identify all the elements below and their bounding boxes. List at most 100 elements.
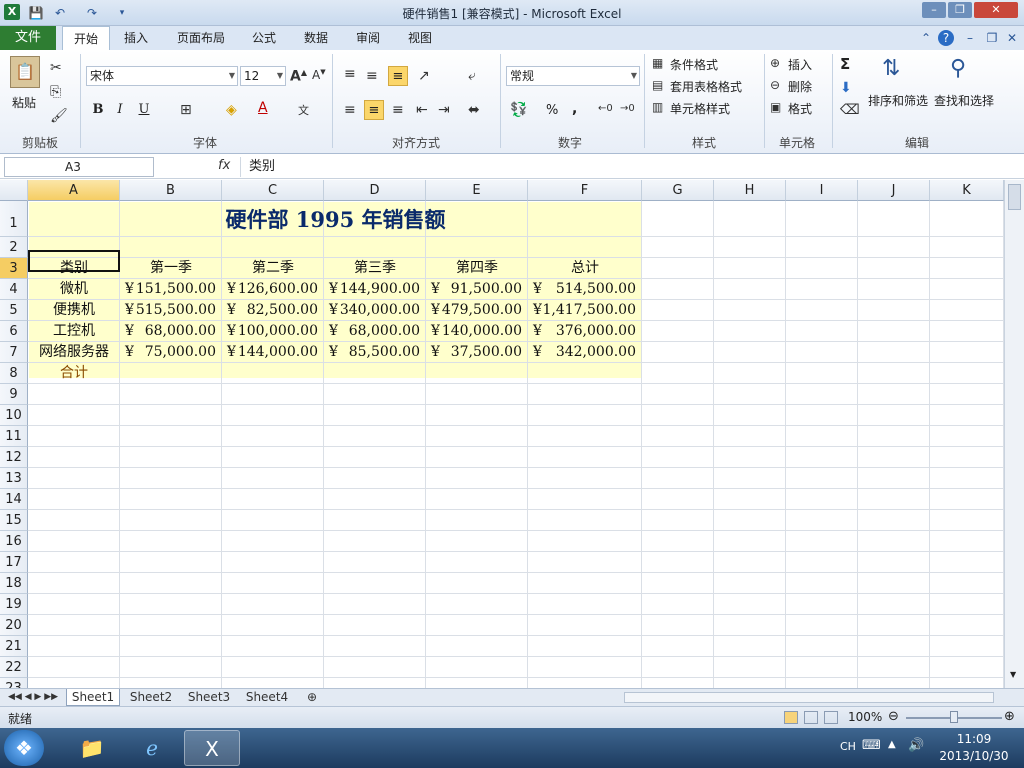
doc-restore-icon[interactable]: ❐ <box>984 30 1000 46</box>
column-header-j[interactable]: J <box>858 180 930 201</box>
autosum-button[interactable]: Σ <box>840 55 850 73</box>
copy-icon[interactable]: ⎘ <box>50 84 61 100</box>
category-cell[interactable]: 微机 <box>28 279 120 300</box>
value-cell[interactable]: 68,000.00 <box>324 321 420 342</box>
align-center-button[interactable]: ≡ <box>364 100 384 120</box>
row-header-4[interactable]: 4 <box>0 279 28 300</box>
normal-view-icon[interactable] <box>784 711 798 724</box>
row-header-8[interactable]: 8 <box>0 363 28 384</box>
column-header-d[interactable]: D <box>324 180 426 201</box>
name-box[interactable]: A3 <box>4 157 154 177</box>
column-header-g[interactable]: G <box>642 180 714 201</box>
clock-time[interactable]: 11:09 <box>944 732 1004 746</box>
paste-icon[interactable]: 📋 <box>10 56 40 88</box>
merge-center-icon[interactable]: ⬌ <box>468 102 480 118</box>
tab-page-layout[interactable]: 页面布局 <box>168 26 234 50</box>
row-header-15[interactable]: 15 <box>0 510 28 531</box>
zoom-level[interactable]: 100% <box>848 710 882 724</box>
value-cell[interactable]: 140,000.00 <box>426 321 522 342</box>
cell-styles-button[interactable]: 单元格样式 <box>670 100 730 117</box>
percent-button[interactable]: % <box>546 103 558 118</box>
sort-filter-button[interactable]: 排序和筛选 <box>868 92 928 109</box>
row-header-10[interactable]: 10 <box>0 405 28 426</box>
value-cell[interactable]: 144,000.00 <box>222 342 318 363</box>
category-cell[interactable]: 便携机 <box>28 300 120 321</box>
tab-insert[interactable]: 插入 <box>116 26 156 50</box>
header-cell[interactable]: 第二季 <box>222 258 324 279</box>
internet-explorer-icon[interactable]: ℯ <box>124 730 180 766</box>
tray-arrow-icon[interactable]: ▲ <box>888 739 896 750</box>
cut-icon[interactable]: ✂ <box>50 60 62 76</box>
row-header-19[interactable]: 19 <box>0 594 28 615</box>
row-header-5[interactable]: 5 <box>0 300 28 321</box>
keyboard-icon[interactable]: ⌨ <box>862 738 881 753</box>
column-header-a[interactable]: A <box>28 180 120 201</box>
scroll-down-icon[interactable]: ▼ <box>1010 670 1016 679</box>
category-cell[interactable]: 网络服务器 <box>28 342 120 363</box>
sheet-tab-3[interactable]: Sheet3 <box>182 689 236 706</box>
clock-date[interactable]: 2013/10/30 <box>936 749 1012 763</box>
tab-formulas[interactable]: 公式 <box>244 26 284 50</box>
underline-button[interactable]: U <box>134 100 154 120</box>
decrease-indent-icon[interactable]: ⇤ <box>416 102 428 118</box>
tab-data[interactable]: 数据 <box>296 26 336 50</box>
sheet-nav-arrows-icon[interactable]: ◀◀ ◀ ▶ ▶▶ <box>4 689 62 706</box>
format-painter-icon[interactable]: 🖌 <box>50 108 68 124</box>
align-right-icon[interactable]: ≡ <box>392 102 404 118</box>
sheet-tab-1[interactable]: Sheet1 <box>66 689 120 706</box>
row-header-14[interactable]: 14 <box>0 489 28 510</box>
maximize-button[interactable]: ❐ <box>948 2 972 18</box>
decrease-decimal-icon[interactable]: →0 <box>620 103 635 114</box>
insert-cells-button[interactable]: 插入 <box>788 56 812 73</box>
explorer-icon[interactable]: 📁 <box>64 730 120 766</box>
column-header-e[interactable]: E <box>426 180 528 201</box>
clear-icon[interactable]: ⌫ <box>840 102 860 118</box>
value-cell[interactable]: 514,500.00 <box>528 279 636 300</box>
select-all-button[interactable] <box>0 180 28 201</box>
header-cell[interactable]: 第一季 <box>120 258 222 279</box>
increase-decimal-icon[interactable]: ←0 <box>598 103 613 114</box>
font-size-combo[interactable]: 12 ▼ <box>240 66 286 86</box>
row-header-13[interactable]: 13 <box>0 468 28 489</box>
help-icon[interactable]: ? <box>938 30 954 46</box>
header-cell[interactable]: 第三季 <box>324 258 426 279</box>
value-cell[interactable]: 342,000.00 <box>528 342 636 363</box>
fill-icon[interactable]: ⬇ <box>840 80 852 96</box>
grow-font-icon[interactable]: A▲ <box>290 68 307 85</box>
insert-function-button[interactable]: fx <box>218 158 230 173</box>
shrink-font-icon[interactable]: A▼ <box>312 68 326 82</box>
fill-color-icon[interactable]: ◈ <box>226 102 237 118</box>
paste-label[interactable]: 粘贴 <box>12 94 36 111</box>
column-header-b[interactable]: B <box>120 180 222 201</box>
sheet-title[interactable]: 硬件部 1995 年销售额 <box>29 202 642 237</box>
row-header-12[interactable]: 12 <box>0 447 28 468</box>
align-middle-icon[interactable]: ≡ <box>366 68 378 84</box>
row-header-1[interactable]: 1 <box>0 201 28 237</box>
value-cell[interactable]: 37,500.00 <box>426 342 522 363</box>
bold-button[interactable]: B <box>88 100 108 120</box>
category-cell[interactable]: 工控机 <box>28 321 120 342</box>
value-cell[interactable]: 515,500.00 <box>120 300 216 321</box>
doc-close-icon[interactable]: ✕ <box>1004 30 1020 46</box>
comma-button[interactable]: , <box>572 101 577 117</box>
phonetic-icon[interactable]: 文 <box>298 102 309 118</box>
zoom-out-icon[interactable]: ⊖ <box>888 709 899 724</box>
value-cell[interactable]: 1,417,500.00 <box>528 300 636 321</box>
row-header-2[interactable]: 2 <box>0 237 28 258</box>
align-bottom-button[interactable]: ≡ <box>388 66 408 86</box>
row-header-6[interactable]: 6 <box>0 321 28 342</box>
start-button-icon[interactable]: ❖ <box>4 730 44 766</box>
border-icon[interactable]: ⊞ <box>180 102 192 118</box>
close-button[interactable]: ✕ <box>974 2 1018 18</box>
row-header-17[interactable]: 17 <box>0 552 28 573</box>
column-header-i[interactable]: I <box>786 180 858 201</box>
row-header-9[interactable]: 9 <box>0 384 28 405</box>
value-cell[interactable]: 100,000.00 <box>222 321 318 342</box>
format-as-table-button[interactable]: 套用表格格式 <box>670 78 742 95</box>
column-header-k[interactable]: K <box>930 180 1004 201</box>
row-header-16[interactable]: 16 <box>0 531 28 552</box>
value-cell[interactable]: 91,500.00 <box>426 279 522 300</box>
tab-home[interactable]: 开始 <box>62 26 110 51</box>
tab-file[interactable]: 文件 <box>0 26 56 50</box>
sheet-tab-2[interactable]: Sheet2 <box>124 689 178 706</box>
